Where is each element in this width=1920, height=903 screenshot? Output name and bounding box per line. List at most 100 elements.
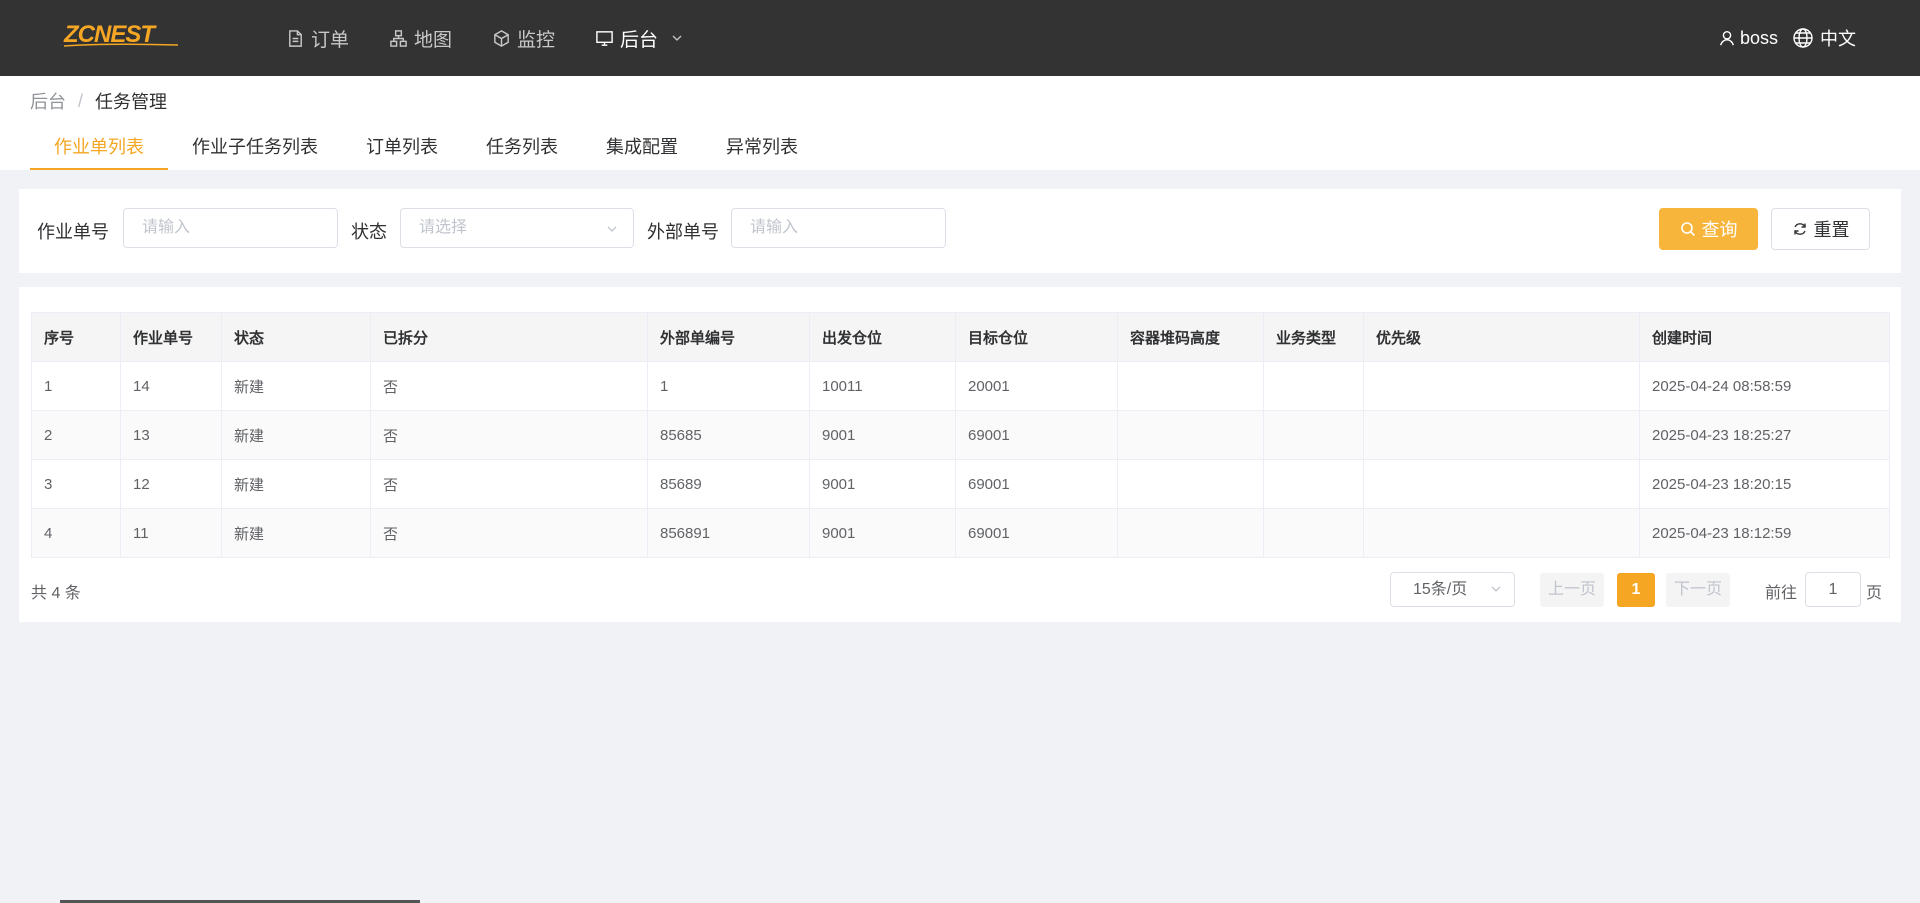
table-cell	[1117, 361, 1264, 411]
nav-orders[interactable]: 订单	[286, 25, 349, 52]
status-select[interactable]: 请选择	[400, 208, 634, 248]
nav-map[interactable]: 地图	[389, 25, 452, 52]
ext-no-label: 外部单号	[647, 222, 719, 242]
table-cell: 否	[370, 361, 648, 411]
table-cell: 20001	[955, 361, 1118, 411]
sitemap-icon	[390, 29, 407, 47]
nav-map-label: 地图	[414, 29, 453, 51]
language-label: 中文	[1820, 29, 1856, 49]
table-cell: 新建	[221, 508, 371, 558]
goto-suffix: 页	[1866, 585, 1883, 602]
table-row[interactable]: 4 11 新建 否 856891 9001 69001 2025-04-23 1…	[31, 508, 1890, 558]
chevron-down-icon	[1491, 586, 1501, 592]
tab-task-list[interactable]: 任务列表	[462, 120, 582, 170]
reset-button[interactable]: 重置	[1771, 208, 1870, 250]
status-label: 状态	[351, 222, 387, 242]
table-cell: 2025-04-23 18:20:15	[1639, 459, 1890, 509]
table-cell: 2025-04-23 18:25:27	[1639, 410, 1890, 460]
goto-page-input[interactable]: 1	[1805, 572, 1861, 607]
goto-prefix: 前往	[1765, 585, 1798, 602]
column-header: 出发仓位	[809, 312, 956, 362]
table-cell: 9001	[809, 459, 956, 509]
table-cell: 3	[31, 459, 121, 509]
table-row[interactable]: 2 13 新建 否 85685 9001 69001 2025-04-23 18…	[31, 410, 1890, 460]
table-cell: 否	[370, 410, 648, 460]
user-menu[interactable]: boss	[1718, 28, 1778, 49]
main-nav: 订单 地图 监控 后台	[286, 0, 724, 76]
table-cell: 12	[120, 459, 222, 509]
status-placeholder: 请选择	[419, 219, 468, 236]
table-row[interactable]: 1 14 新建 否 1 10011 20001 2025-04-24 08:58…	[31, 361, 1890, 411]
tab-order-list[interactable]: 订单列表	[342, 120, 462, 170]
page-header: 后台 / 任务管理 作业单列表 作业子任务列表 订单列表 任务列表 集成配置 异…	[0, 76, 1920, 170]
column-header: 作业单号	[120, 312, 222, 362]
tab-integration-config[interactable]: 集成配置	[582, 120, 702, 170]
nav-backend[interactable]: 后台	[595, 25, 684, 52]
table-cell: 新建	[221, 410, 371, 460]
table-cell: 1	[647, 361, 810, 411]
table-cell	[1363, 361, 1640, 411]
table-row[interactable]: 3 12 新建 否 85689 9001 69001 2025-04-23 18…	[31, 459, 1890, 509]
job-no-placeholder: 请输入	[142, 219, 191, 236]
table-cell: 11	[120, 508, 222, 558]
chevron-down-icon	[607, 226, 617, 232]
page-size-value: 15条/页	[1413, 581, 1468, 598]
table-cell	[1263, 361, 1364, 411]
page-number-current[interactable]: 1	[1617, 573, 1655, 607]
job-no-input[interactable]: 请输入	[123, 208, 338, 248]
search-icon	[1680, 222, 1695, 237]
table-cell	[1117, 508, 1264, 558]
column-header: 已拆分	[370, 312, 648, 362]
zcnest-logo[interactable]: ZCNEST	[62, 18, 180, 52]
ext-no-input[interactable]: 请输入	[731, 208, 946, 248]
table-cell: 13	[120, 410, 222, 460]
query-label: 查询	[1701, 220, 1738, 240]
table-cell: 69001	[955, 459, 1118, 509]
nav-monitor-label: 监控	[517, 29, 556, 51]
nav-monitor[interactable]: 监控	[492, 25, 555, 52]
prev-page-button[interactable]: 上一页	[1540, 573, 1604, 607]
document-icon	[289, 29, 302, 47]
nav-orders-label: 订单	[311, 29, 350, 51]
filter-panel: 作业单号 请输入 状态 请选择 外部单号 请输入 查询 重置	[19, 189, 1901, 273]
username: boss	[1739, 27, 1778, 48]
breadcrumb-root[interactable]: 后台	[30, 88, 66, 114]
globe-icon	[1793, 28, 1813, 48]
table-cell	[1263, 508, 1364, 558]
table-cell	[1363, 410, 1640, 460]
table-cell: 85689	[647, 459, 810, 509]
column-header: 外部单编号	[647, 312, 810, 362]
ext-no-placeholder: 请输入	[750, 219, 799, 236]
breadcrumb-current: 任务管理	[95, 92, 168, 112]
table-cell	[1263, 459, 1364, 509]
table-cell: 85685	[647, 410, 810, 460]
table-cell: 2	[31, 410, 121, 460]
table-cell: 2025-04-23 18:12:59	[1639, 508, 1890, 558]
column-header: 优先级	[1363, 312, 1640, 362]
column-header: 序号	[31, 312, 121, 362]
column-header: 创建时间	[1639, 312, 1890, 362]
breadcrumb-separator: /	[78, 90, 84, 111]
tab-job-subtask-list[interactable]: 作业子任务列表	[168, 120, 342, 170]
breadcrumb: 后台 / 任务管理	[30, 88, 167, 114]
language-switcher[interactable]: 中文	[1792, 25, 1856, 51]
tab-exception-list[interactable]: 异常列表	[702, 120, 822, 170]
job-table: 序号 作业单号 状态 已拆分 外部单编号 出发仓位 目标仓位 容器堆码高度 业务…	[31, 312, 1890, 558]
query-button[interactable]: 查询	[1659, 208, 1758, 250]
monitor-icon	[596, 30, 613, 46]
table-cell	[1117, 459, 1264, 509]
table-cell: 新建	[221, 361, 371, 411]
table-header-row: 序号 作业单号 状态 已拆分 外部单编号 出发仓位 目标仓位 容器堆码高度 业务…	[31, 312, 1890, 362]
table-cell: 69001	[955, 508, 1118, 558]
tab-job-list[interactable]: 作业单列表	[30, 120, 168, 170]
column-header: 业务类型	[1263, 312, 1364, 362]
table-cell: 否	[370, 508, 648, 558]
next-page-button[interactable]: 下一页	[1666, 573, 1730, 607]
page-size-select[interactable]: 15条/页	[1390, 572, 1515, 607]
job-no-label: 作业单号	[37, 222, 109, 242]
cube-icon	[494, 29, 509, 47]
column-header: 目标仓位	[955, 312, 1118, 362]
table-cell	[1363, 459, 1640, 509]
column-header: 容器堆码高度	[1117, 312, 1264, 362]
top-navbar: ZCNEST 订单 地图 监控 后台 boss 中文	[0, 0, 1920, 76]
